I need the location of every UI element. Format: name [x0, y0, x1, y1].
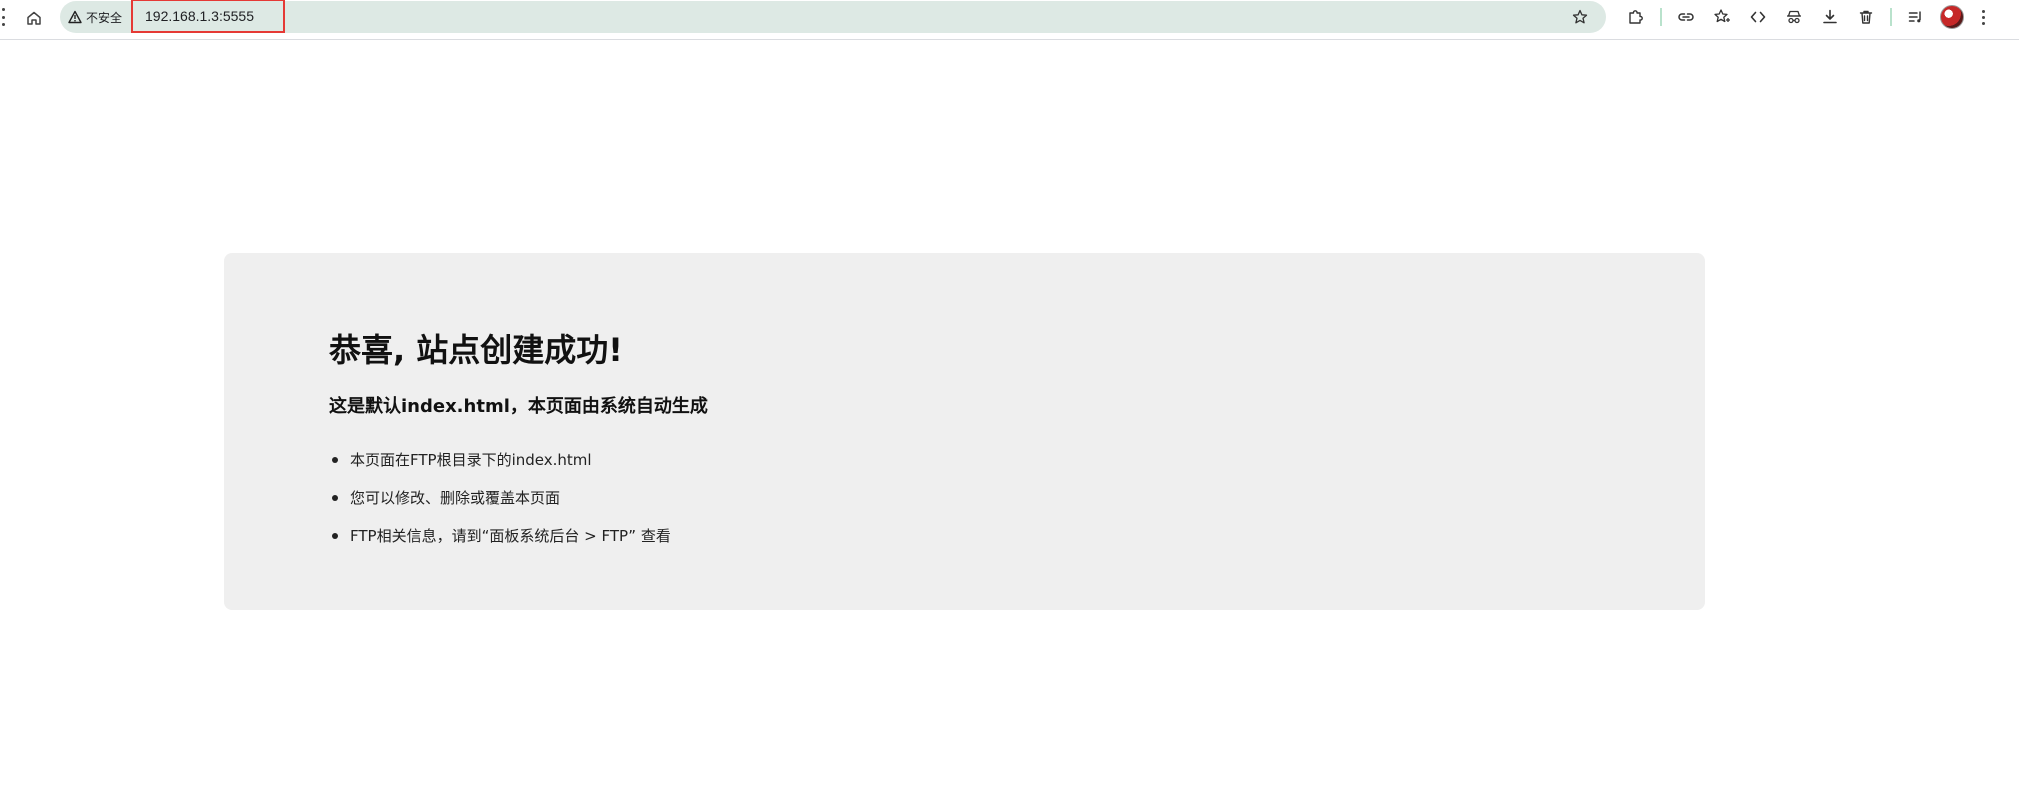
browser-toolbar: 不安全 192.168.1.3:5555 [0, 0, 2019, 40]
extensions-button[interactable] [1623, 4, 1649, 30]
toolbar-separator [1660, 8, 1662, 26]
profile-button[interactable] [1939, 4, 1965, 30]
list-item: 您可以修改、删除或覆盖本页面 [329, 479, 671, 517]
puzzle-icon [1629, 10, 1643, 24]
bookmark-star-button[interactable] [1568, 5, 1592, 29]
warning-icon [68, 10, 82, 24]
downloads-button[interactable] [1817, 4, 1843, 30]
copy-link-button[interactable] [1673, 4, 1699, 30]
home-button[interactable] [20, 4, 48, 32]
url-text[interactable]: 192.168.1.3:5555 [145, 8, 254, 24]
security-indicator[interactable]: 不安全 [68, 7, 122, 27]
address-bar[interactable]: 不安全 192.168.1.3:5555 [60, 0, 1606, 33]
security-label: 不安全 [86, 10, 123, 25]
list-item: FTP相关信息，请到“面板系统后台 > FTP” 查看 [329, 517, 671, 555]
welcome-card: 恭喜, 站点创建成功! 这是默认index.html，本页面由系统自动生成 本页… [224, 253, 1705, 610]
edge-handle-icon [0, 8, 6, 26]
toolbar-separator [1890, 8, 1892, 26]
page-subtitle: 这是默认index.html，本页面由系统自动生成 [329, 396, 708, 417]
trash-icon [1859, 10, 1873, 24]
spy-icon [1787, 10, 1801, 24]
incognito-button[interactable] [1781, 4, 1807, 30]
delete-button[interactable] [1853, 4, 1879, 30]
home-icon [27, 11, 41, 25]
code-icon [1750, 11, 1766, 23]
devtools-button[interactable] [1745, 4, 1771, 30]
kebab-menu-icon[interactable] [1978, 4, 1988, 30]
list-item: 本页面在FTP根目录下的index.html [329, 441, 671, 479]
media-control-button[interactable] [1903, 4, 1929, 30]
page-title: 恭喜, 站点创建成功! [329, 331, 623, 369]
star-outline-icon [1572, 9, 1588, 24]
info-list: 本页面在FTP根目录下的index.html 您可以修改、删除或覆盖本页面 FT… [329, 441, 671, 555]
media-queue-icon [1908, 11, 1921, 23]
favorites-button[interactable] [1709, 4, 1735, 30]
avatar [1940, 5, 1964, 29]
link-icon [1678, 13, 1694, 21]
toolbar-actions [1618, 4, 1988, 30]
favorites-icon [1714, 9, 1730, 23]
url-text-highlighted[interactable]: 192.168.1.3:5555 [131, 0, 285, 33]
download-icon [1823, 9, 1837, 24]
